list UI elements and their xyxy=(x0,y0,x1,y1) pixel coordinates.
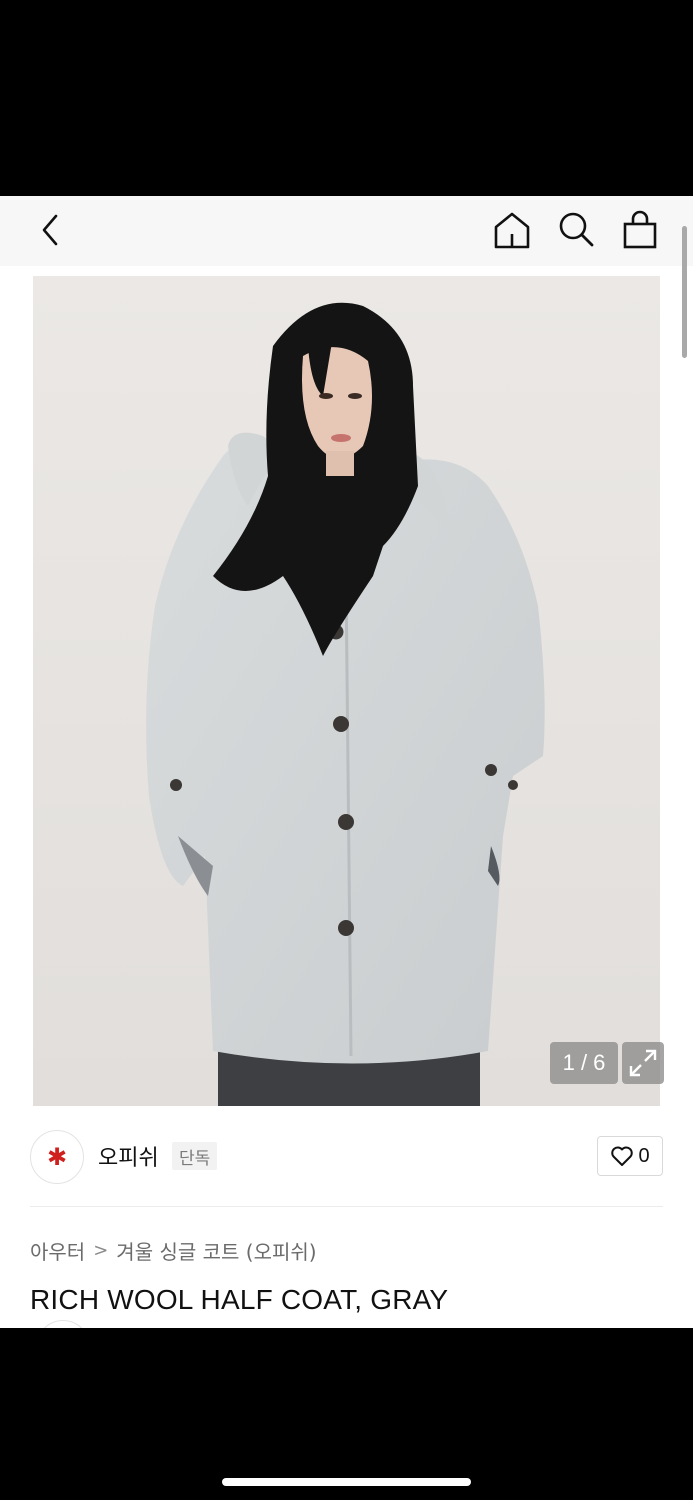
breadcrumb: 아우터 > 겨울 싱글 코트 (오피쉬) xyxy=(30,1236,317,1265)
exclusive-badge: 단독 xyxy=(172,1142,218,1170)
breadcrumb-category[interactable]: 아우터 xyxy=(30,1236,85,1265)
home-button[interactable] xyxy=(490,208,534,252)
image-pager: 1 / 6 xyxy=(550,1042,618,1084)
like-button[interactable]: 0 xyxy=(597,1136,663,1176)
product-image[interactable] xyxy=(33,276,660,1106)
heart-outline-icon xyxy=(611,1146,634,1166)
brand-logo[interactable]: ✱ xyxy=(30,1130,84,1184)
partial-avatar xyxy=(36,1320,90,1328)
home-icon xyxy=(494,212,530,249)
shopping-bag-icon xyxy=(623,210,657,249)
bottom-bar-area xyxy=(0,1328,693,1500)
expand-image-button[interactable] xyxy=(622,1042,664,1084)
search-icon xyxy=(559,212,594,247)
home-indicator[interactable] xyxy=(222,1478,471,1486)
breadcrumb-separator: > xyxy=(93,1240,109,1261)
search-button[interactable] xyxy=(554,208,598,252)
product-photo-illustration xyxy=(33,276,660,1106)
flower-logo-icon: ✱ xyxy=(46,1143,68,1171)
back-button[interactable] xyxy=(30,210,70,250)
product-title: RICH WOOL HALF COAT, GRAY xyxy=(30,1284,449,1315)
top-nav-bar xyxy=(0,196,693,266)
cart-button[interactable] xyxy=(618,208,662,252)
section-divider xyxy=(30,1206,663,1207)
app-screen: 1 / 6 ✱ 오피쉬 단독 0 아우터 > 겨울 싱글 코트 (오피쉬) RI… xyxy=(0,196,693,1328)
expand-icon xyxy=(629,1049,657,1077)
scrollbar[interactable] xyxy=(682,226,687,358)
brand-name[interactable]: 오피쉬 xyxy=(98,1140,159,1172)
like-count: 0 xyxy=(638,1144,650,1167)
status-area xyxy=(0,0,693,196)
breadcrumb-subcategory[interactable]: 겨울 싱글 코트 (오피쉬) xyxy=(116,1236,316,1265)
chevron-left-icon xyxy=(42,214,58,246)
